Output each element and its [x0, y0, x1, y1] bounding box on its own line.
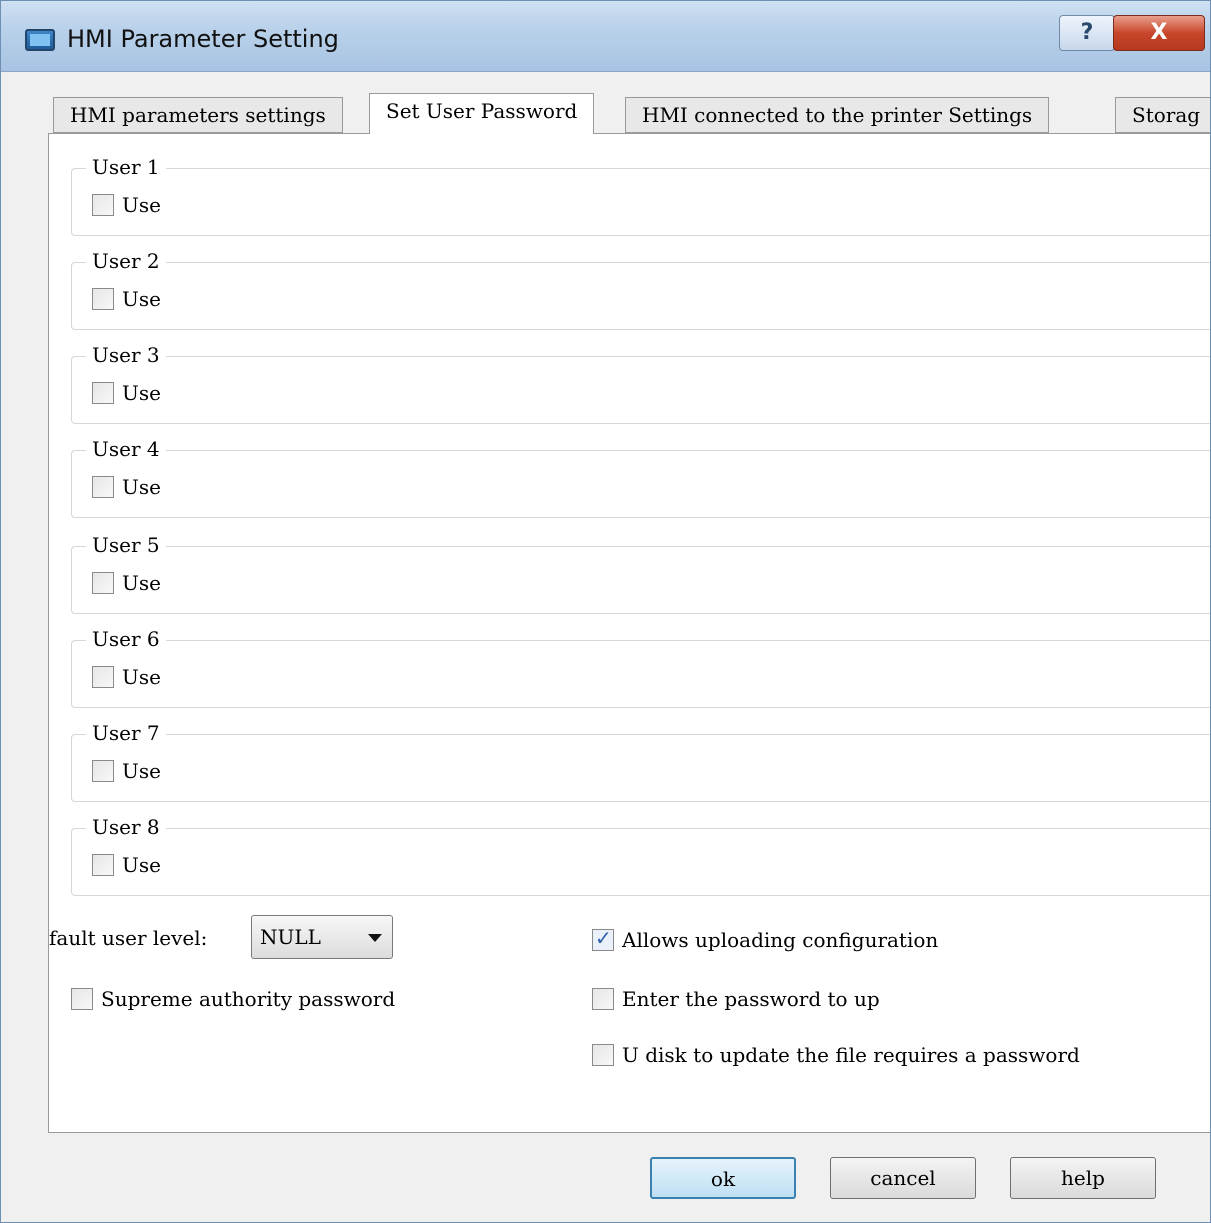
user-5-use-checkbox[interactable] — [92, 572, 114, 594]
udisk-password-checkbox[interactable] — [592, 1043, 614, 1066]
user-group-legend: User 3 — [86, 343, 166, 367]
user-2-use-checkbox[interactable] — [92, 288, 114, 310]
use-label: Use — [122, 193, 161, 217]
chevron-down-icon — [368, 934, 382, 942]
allow-upload-config-label: Allows uploading configuration — [622, 927, 939, 952]
user-group-legend: User 7 — [86, 721, 166, 745]
use-label: Use — [122, 475, 161, 499]
user-group-legend: User 5 — [86, 533, 166, 557]
user-group-7: User 7 Use — [71, 721, 1210, 802]
help-button[interactable]: help — [1010, 1157, 1156, 1199]
use-label: Use — [122, 759, 161, 783]
use-label: Use — [122, 853, 161, 877]
user-7-use-checkbox[interactable] — [92, 760, 114, 782]
user-group-legend: User 6 — [86, 627, 166, 651]
user-1-use-checkbox[interactable] — [92, 194, 114, 216]
help-titlebar-button[interactable]: ? — [1059, 15, 1115, 51]
user-group-2: User 2 Use — [71, 249, 1210, 330]
user-6-use-checkbox[interactable] — [92, 666, 114, 688]
udisk-password-label: U disk to update the file requires a pas… — [622, 1042, 1080, 1067]
user-group-legend: User 1 — [86, 155, 166, 179]
password-to-upload-checkbox[interactable] — [592, 987, 614, 1010]
user-group-6: User 6 Use — [71, 627, 1210, 708]
supreme-authority-password-label: Supreme authority password — [101, 986, 396, 1011]
user-3-use-checkbox[interactable] — [92, 382, 114, 404]
user-group-legend: User 4 — [86, 437, 166, 461]
default-user-level-label: fault user level: — [49, 926, 208, 950]
user-group-4: User 4 Use — [71, 437, 1210, 518]
user-group-3: User 3 Use — [71, 343, 1210, 424]
user-group-legend: User 2 — [86, 249, 166, 273]
use-label: Use — [122, 287, 161, 311]
password-to-upload-label: Enter the password to up — [622, 986, 880, 1011]
use-label: Use — [122, 381, 161, 405]
use-label: Use — [122, 665, 161, 689]
user-group-legend: User 8 — [86, 815, 166, 839]
app-icon — [25, 29, 55, 51]
ok-button[interactable]: ok — [650, 1157, 796, 1199]
use-label: Use — [122, 571, 161, 595]
tab-printer-settings[interactable]: HMI connected to the printer Settings — [625, 97, 1050, 133]
user-group-8: User 8 Use — [71, 815, 1210, 896]
default-user-level-select[interactable]: NULL — [251, 915, 393, 959]
tab-storage[interactable]: Storag — [1115, 97, 1210, 133]
tab-set-user-password[interactable]: Set User Password — [369, 93, 595, 134]
user-group-1: User 1 Use — [71, 155, 1210, 236]
supreme-authority-password-checkbox[interactable] — [71, 987, 93, 1010]
tab-hmi-parameters[interactable]: HMI parameters settings — [53, 97, 343, 133]
title-bar[interactable]: HMI Parameter Setting ? X — [1, 1, 1210, 72]
user-4-use-checkbox[interactable] — [92, 476, 114, 498]
close-button[interactable]: X — [1113, 15, 1205, 51]
allow-upload-config-checkbox[interactable] — [592, 926, 614, 951]
window-title: HMI Parameter Setting — [67, 25, 339, 53]
user-group-5: User 5 Use — [71, 533, 1210, 614]
default-user-level-value: NULL — [260, 925, 321, 949]
dialog-window: HMI Parameter Setting ? X HMI parameters… — [0, 0, 1211, 1223]
user-8-use-checkbox[interactable] — [92, 854, 114, 876]
cancel-button[interactable]: cancel — [830, 1157, 976, 1199]
